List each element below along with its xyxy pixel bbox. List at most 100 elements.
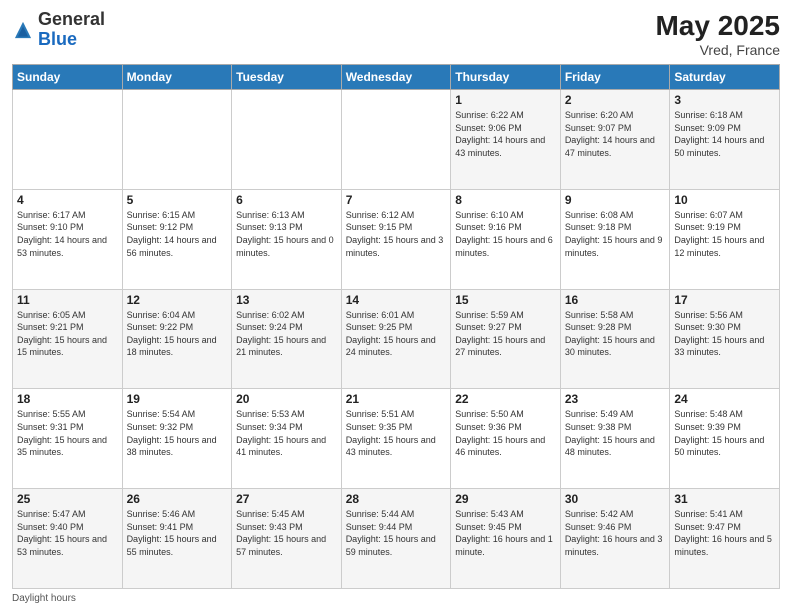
day-cell: 6 Sunrise: 6:13 AMSunset: 9:13 PMDaylight…	[232, 189, 342, 289]
day-info: Sunrise: 6:02 AMSunset: 9:24 PMDaylight:…	[236, 309, 337, 359]
day-cell: 30 Sunrise: 5:42 AMSunset: 9:46 PMDayligh…	[560, 489, 670, 589]
day-cell: 18Sunrise: 5:55 AMSunset: 9:31 PMDayligh…	[13, 389, 123, 489]
day-info: Sunrise: 6:08 AMSunset: 9:18 PMDaylight:…	[565, 209, 666, 259]
day-cell: 12Sunrise: 6:04 AMSunset: 9:22 PMDayligh…	[122, 289, 232, 389]
day-number: 19	[127, 392, 228, 406]
day-info: Sunrise: 6:13 AMSunset: 9:13 PMDaylight:…	[236, 209, 337, 259]
day-info: Sunrise: 5:42 AMSunset: 9:46 PMDaylight:…	[565, 508, 666, 558]
day-cell: 24Sunrise: 5:48 AMSunset: 9:39 PMDayligh…	[670, 389, 780, 489]
day-header-tuesday: Tuesday	[232, 65, 342, 90]
day-info: Sunrise: 6:05 AMSunset: 9:21 PMDaylight:…	[17, 309, 118, 359]
day-info: Sunrise: 5:48 AMSunset: 9:39 PMDaylight:…	[674, 408, 775, 458]
day-cell: 4 Sunrise: 6:17 AMSunset: 9:10 PMDaylight…	[13, 189, 123, 289]
day-cell: 3 Sunrise: 6:18 AMSunset: 9:09 PMDaylight…	[670, 90, 780, 190]
day-number: 9	[565, 193, 666, 207]
day-number: 27	[236, 492, 337, 506]
day-cell: 17Sunrise: 5:56 AMSunset: 9:30 PMDayligh…	[670, 289, 780, 389]
day-number: 14	[346, 293, 447, 307]
day-info: Sunrise: 6:18 AMSunset: 9:09 PMDaylight:…	[674, 109, 775, 159]
day-cell: 8 Sunrise: 6:10 AMSunset: 9:16 PMDaylight…	[451, 189, 561, 289]
day-info: Sunrise: 5:46 AMSunset: 9:41 PMDaylight:…	[127, 508, 228, 558]
day-info: Sunrise: 5:59 AMSunset: 9:27 PMDaylight:…	[455, 309, 556, 359]
day-number: 20	[236, 392, 337, 406]
day-cell: 31Sunrise: 5:41 AMSunset: 9:47 PMDayligh…	[670, 489, 780, 589]
day-number: 25	[17, 492, 118, 506]
day-info: Sunrise: 5:49 AMSunset: 9:38 PMDaylight:…	[565, 408, 666, 458]
day-cell: 11Sunrise: 6:05 AMSunset: 9:21 PMDayligh…	[13, 289, 123, 389]
day-number: 5	[127, 193, 228, 207]
day-info: Sunrise: 5:58 AMSunset: 9:28 PMDaylight:…	[565, 309, 666, 359]
location: Vred, France	[655, 42, 780, 58]
day-info: Sunrise: 5:47 AMSunset: 9:40 PMDaylight:…	[17, 508, 118, 558]
day-number: 30	[565, 492, 666, 506]
day-cell: 22 Sunrise: 5:50 AMSunset: 9:36 PMDayligh…	[451, 389, 561, 489]
day-number: 3	[674, 93, 775, 107]
logo-general: General	[38, 9, 105, 29]
day-header-row: SundayMondayTuesdayWednesdayThursdayFrid…	[13, 65, 780, 90]
day-number: 4	[17, 193, 118, 207]
day-info: Sunrise: 6:12 AMSunset: 9:15 PMDaylight:…	[346, 209, 447, 259]
logo-text: General Blue	[38, 10, 105, 50]
footer: Daylight hours	[12, 593, 780, 604]
calendar-table: SundayMondayTuesdayWednesdayThursdayFrid…	[12, 64, 780, 589]
day-cell: 25 Sunrise: 5:47 AMSunset: 9:40 PMDayligh…	[13, 489, 123, 589]
day-header-monday: Monday	[122, 65, 232, 90]
day-cell	[232, 90, 342, 190]
day-info: Sunrise: 5:54 AMSunset: 9:32 PMDaylight:…	[127, 408, 228, 458]
day-number: 2	[565, 93, 666, 107]
day-number: 15	[455, 293, 556, 307]
day-info: Sunrise: 5:50 AMSunset: 9:36 PMDaylight:…	[455, 408, 556, 458]
day-info: Sunrise: 5:53 AMSunset: 9:34 PMDaylight:…	[236, 408, 337, 458]
day-info: Sunrise: 5:43 AMSunset: 9:45 PMDaylight:…	[455, 508, 556, 558]
day-number: 23	[565, 392, 666, 406]
day-cell: 2Sunrise: 6:20 AMSunset: 9:07 PMDaylight…	[560, 90, 670, 190]
day-number: 6	[236, 193, 337, 207]
day-number: 7	[346, 193, 447, 207]
week-row-4: 18Sunrise: 5:55 AMSunset: 9:31 PMDayligh…	[13, 389, 780, 489]
day-cell: 19 Sunrise: 5:54 AMSunset: 9:32 PMDayligh…	[122, 389, 232, 489]
logo: General Blue	[12, 10, 105, 50]
day-cell: 15 Sunrise: 5:59 AMSunset: 9:27 PMDayligh…	[451, 289, 561, 389]
day-cell: 5 Sunrise: 6:15 AMSunset: 9:12 PMDaylight…	[122, 189, 232, 289]
day-cell: 26Sunrise: 5:46 AMSunset: 9:41 PMDayligh…	[122, 489, 232, 589]
day-number: 28	[346, 492, 447, 506]
day-info: Sunrise: 5:51 AMSunset: 9:35 PMDaylight:…	[346, 408, 447, 458]
day-number: 16	[565, 293, 666, 307]
day-number: 1	[455, 93, 556, 107]
day-info: Sunrise: 6:01 AMSunset: 9:25 PMDaylight:…	[346, 309, 447, 359]
day-number: 12	[127, 293, 228, 307]
day-number: 22	[455, 392, 556, 406]
day-info: Sunrise: 6:15 AMSunset: 9:12 PMDaylight:…	[127, 209, 228, 259]
day-cell: 16 Sunrise: 5:58 AMSunset: 9:28 PMDayligh…	[560, 289, 670, 389]
day-info: Sunrise: 5:55 AMSunset: 9:31 PMDaylight:…	[17, 408, 118, 458]
day-cell: 1 Sunrise: 6:22 AMSunset: 9:06 PMDaylight…	[451, 90, 561, 190]
day-header-sunday: Sunday	[13, 65, 123, 90]
day-cell: 7 Sunrise: 6:12 AMSunset: 9:15 PMDaylight…	[341, 189, 451, 289]
day-cell	[341, 90, 451, 190]
day-cell	[13, 90, 123, 190]
week-row-5: 25 Sunrise: 5:47 AMSunset: 9:40 PMDayligh…	[13, 489, 780, 589]
day-cell: 23 Sunrise: 5:49 AMSunset: 9:38 PMDayligh…	[560, 389, 670, 489]
day-cell: 13 Sunrise: 6:02 AMSunset: 9:24 PMDayligh…	[232, 289, 342, 389]
week-row-2: 4 Sunrise: 6:17 AMSunset: 9:10 PMDaylight…	[13, 189, 780, 289]
title-block: May 2025 Vred, France	[655, 10, 780, 58]
day-number: 29	[455, 492, 556, 506]
day-info: Sunrise: 6:10 AMSunset: 9:16 PMDaylight:…	[455, 209, 556, 259]
month-year: May 2025	[655, 10, 780, 42]
day-info: Sunrise: 5:56 AMSunset: 9:30 PMDaylight:…	[674, 309, 775, 359]
day-number: 31	[674, 492, 775, 506]
day-info: Sunrise: 6:17 AMSunset: 9:10 PMDaylight:…	[17, 209, 118, 259]
logo-blue: Blue	[38, 29, 77, 49]
day-cell: 29 Sunrise: 5:43 AMSunset: 9:45 PMDayligh…	[451, 489, 561, 589]
day-info: Sunrise: 6:22 AMSunset: 9:06 PMDaylight:…	[455, 109, 556, 159]
week-row-1: 1 Sunrise: 6:22 AMSunset: 9:06 PMDaylight…	[13, 90, 780, 190]
day-number: 13	[236, 293, 337, 307]
day-number: 21	[346, 392, 447, 406]
day-cell	[122, 90, 232, 190]
week-row-3: 11Sunrise: 6:05 AMSunset: 9:21 PMDayligh…	[13, 289, 780, 389]
day-cell: 21 Sunrise: 5:51 AMSunset: 9:35 PMDayligh…	[341, 389, 451, 489]
day-header-friday: Friday	[560, 65, 670, 90]
day-cell: 9 Sunrise: 6:08 AMSunset: 9:18 PMDaylight…	[560, 189, 670, 289]
day-cell: 10Sunrise: 6:07 AMSunset: 9:19 PMDayligh…	[670, 189, 780, 289]
day-number: 8	[455, 193, 556, 207]
